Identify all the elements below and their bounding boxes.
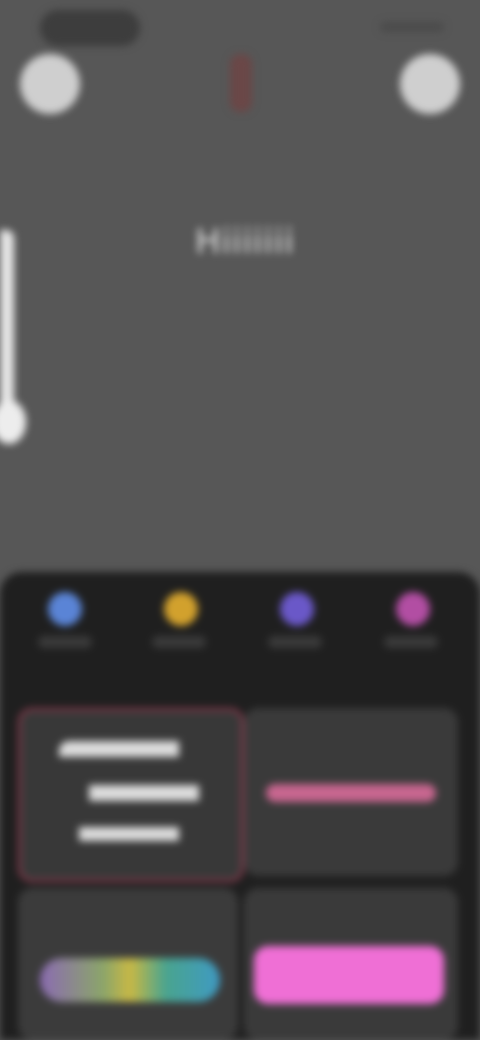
status-pill [40,10,140,46]
canvas-text[interactable]: Hiiiiiii [150,214,340,270]
style-card-4[interactable] [244,888,458,1040]
swatch-yellow[interactable] [164,592,198,626]
swatch-label [384,636,438,648]
status-indicators [380,22,444,32]
style-preview [59,741,199,851]
size-slider-knob[interactable] [0,400,26,444]
style-preview [40,958,220,1002]
style-card-3[interactable] [18,888,238,1040]
swatch-label [268,636,322,648]
left-circle-button[interactable] [20,54,80,114]
marker-icon [230,54,252,112]
style-preview [266,784,436,802]
style-card-2[interactable] [244,708,458,876]
canvas: Hiiiiiii [0,0,480,1040]
swatch-purple[interactable] [280,592,314,626]
swatch-pink[interactable] [396,592,430,626]
swatch-label [38,636,92,648]
swatch-blue[interactable] [48,592,82,626]
style-preview [254,946,444,1004]
style-card-1[interactable] [18,708,244,882]
swatch-label [152,636,206,648]
right-circle-button[interactable] [400,54,460,114]
